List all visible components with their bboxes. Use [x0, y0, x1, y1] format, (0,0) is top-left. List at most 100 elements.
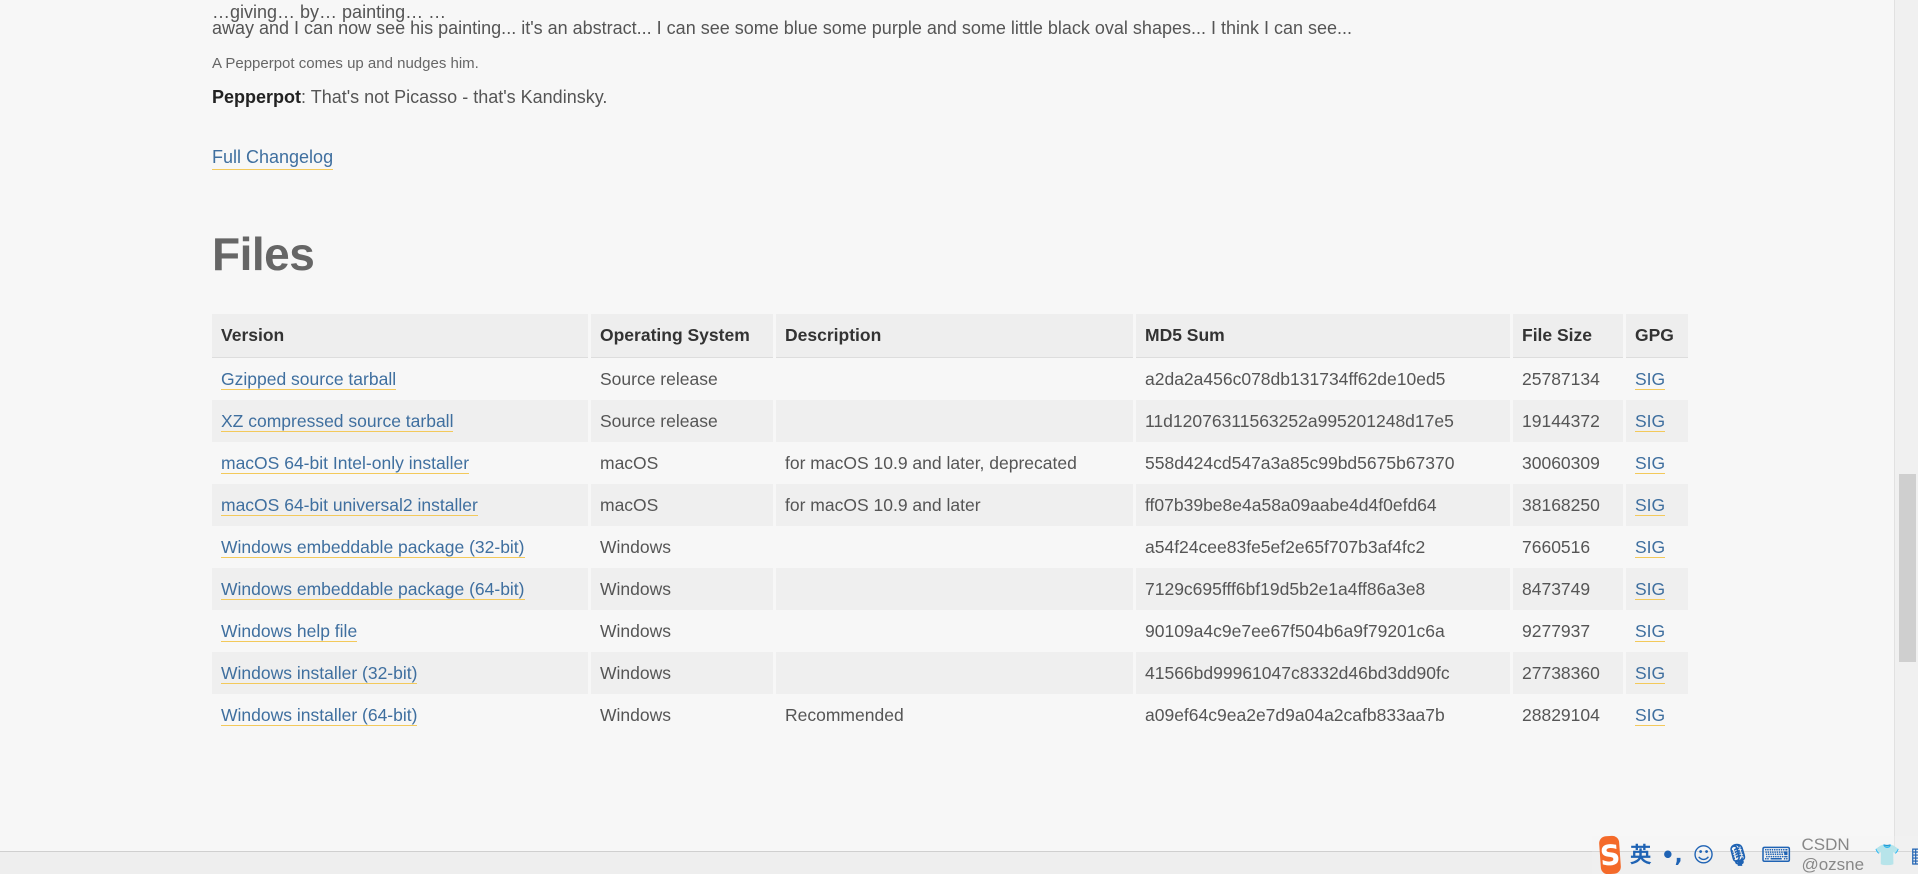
speaker-text: : That's not Picasso - that's Kandinsky. [301, 87, 608, 107]
python-release-page: …giving… by… painting… … away and I can … [0, 0, 1918, 874]
version-link[interactable]: Windows help file [221, 620, 358, 642]
header-gpg: GPG [1626, 314, 1688, 358]
size-cell: 8473749 [1513, 568, 1623, 610]
description-cell [776, 400, 1133, 442]
size-cell: 25787134 [1513, 358, 1623, 400]
os-cell: macOS [591, 484, 773, 526]
table-row: XZ compressed source tarball Source rele… [212, 400, 1688, 442]
microphone-icon[interactable]: 🎙 [1724, 841, 1751, 869]
gpg-cell: SIG [1626, 610, 1688, 652]
gpg-cell: SIG [1626, 568, 1688, 610]
md5-cell: a54f24cee83fe5ef2e65f707b3af4fc2 [1136, 526, 1510, 568]
version-cell: Windows embeddable package (32-bit) [212, 526, 588, 568]
gpg-signature-link[interactable]: SIG [1635, 662, 1666, 684]
version-cell: macOS 64-bit universal2 installer [212, 484, 588, 526]
description-cell [776, 568, 1133, 610]
size-cell: 30060309 [1513, 442, 1623, 484]
size-cell: 28829104 [1513, 694, 1623, 736]
input-method-toolbar[interactable]: S 英 •, ☺ 🎙 ⌨ CSDN @ozsne 👕 ▦ [1592, 835, 1918, 874]
size-cell: 27738360 [1513, 652, 1623, 694]
description-cell [776, 610, 1133, 652]
size-cell: 19144372 [1513, 400, 1623, 442]
version-cell: Windows installer (64-bit) [212, 694, 588, 736]
table-row: Gzipped source tarball Source release a2… [212, 358, 1688, 400]
header-md5-sum: MD5 Sum [1136, 314, 1510, 358]
version-cell: Windows installer (32-bit) [212, 652, 588, 694]
gpg-signature-link[interactable]: SIG [1635, 536, 1666, 558]
csdn-watermark: CSDN @ozsne [1801, 835, 1865, 874]
grid-menu-icon[interactable]: ▦ [1910, 841, 1918, 869]
gpg-signature-link[interactable]: SIG [1635, 410, 1666, 432]
os-cell: Windows [591, 568, 773, 610]
os-cell: Source release [591, 358, 773, 400]
description-cell: Recommended [776, 694, 1133, 736]
version-link[interactable]: Windows embeddable package (64-bit) [221, 578, 525, 600]
gpg-signature-link[interactable]: SIG [1635, 452, 1666, 474]
gpg-cell: SIG [1626, 400, 1688, 442]
version-link[interactable]: Windows embeddable package (32-bit) [221, 536, 525, 558]
scrollbar-thumb[interactable] [1899, 474, 1916, 662]
table-row: macOS 64-bit Intel-only installer macOS … [212, 442, 1688, 484]
shirt-icon[interactable]: 👕 [1874, 841, 1900, 869]
speaker-line: Pepperpot: That's not Picasso - that's K… [212, 85, 607, 109]
smile-icon[interactable]: ☺ [1693, 841, 1715, 869]
speaker-name: Pepperpot [212, 87, 302, 107]
gpg-signature-link[interactable]: SIG [1635, 578, 1666, 600]
header-operating-system: Operating System [591, 314, 773, 358]
version-link[interactable]: Windows installer (64-bit) [221, 704, 418, 726]
size-cell: 7660516 [1513, 526, 1623, 568]
os-cell: Windows [591, 610, 773, 652]
header-description: Description [776, 314, 1133, 358]
md5-cell: a2da2a456c078db131734ff62de10ed5 [1136, 358, 1510, 400]
version-link[interactable]: Windows installer (32-bit) [221, 662, 418, 684]
full-changelog-link[interactable]: Full Changelog [212, 145, 334, 170]
md5-cell: ff07b39be8e4a58a09aabe4d4f0efd64 [1136, 484, 1510, 526]
gpg-signature-link[interactable]: SIG [1635, 704, 1666, 726]
version-cell: Windows help file [212, 610, 588, 652]
version-cell: XZ compressed source tarball [212, 400, 588, 442]
md5-cell: 41566bd99961047c8332d46bd3dd90fc [1136, 652, 1510, 694]
table-row: Windows installer (64-bit) Windows Recom… [212, 694, 1688, 736]
os-cell: Windows [591, 652, 773, 694]
version-link[interactable]: macOS 64-bit universal2 installer [221, 494, 478, 516]
md5-cell: 90109a4c9e7ee67f504b6a9f79201c6a [1136, 610, 1510, 652]
header-file-size: File Size [1513, 314, 1623, 358]
version-cell: Windows embeddable package (64-bit) [212, 568, 588, 610]
version-link[interactable]: Gzipped source tarball [221, 368, 397, 390]
stage-direction: A Pepperpot comes up and nudges him. [212, 55, 479, 72]
ime-punctuation-mode[interactable]: •, [1661, 841, 1682, 869]
md5-cell: a09ef64c9ea2e7d9a04a2cafb833aa7b [1136, 694, 1510, 736]
description-cell: for macOS 10.9 and later, deprecated [776, 442, 1133, 484]
gpg-cell: SIG [1626, 358, 1688, 400]
table-row: macOS 64-bit universal2 installer macOS … [212, 484, 1688, 526]
table-row: Windows embeddable package (64-bit) Wind… [212, 568, 1688, 610]
vertical-scrollbar[interactable] [1894, 0, 1918, 852]
keyboard-icon[interactable]: ⌨ [1761, 841, 1791, 869]
description-cell [776, 526, 1133, 568]
files-table-body: Gzipped source tarball Source release a2… [212, 358, 1688, 736]
size-cell: 9277937 [1513, 610, 1623, 652]
md5-cell: 11d12076311563252a995201248d17e5 [1136, 400, 1510, 442]
ime-language-mode[interactable]: 英 [1630, 841, 1651, 869]
gpg-signature-link[interactable]: SIG [1635, 620, 1666, 642]
gpg-cell: SIG [1626, 652, 1688, 694]
gpg-signature-link[interactable]: SIG [1635, 494, 1666, 516]
version-cell: Gzipped source tarball [212, 358, 588, 400]
version-cell: macOS 64-bit Intel-only installer [212, 442, 588, 484]
sogou-ime-logo-icon[interactable]: S [1598, 835, 1622, 874]
files-table-header: Version Operating System Description MD5… [212, 314, 1688, 358]
md5-cell: 7129c695fff6bf19d5b2e1a4ff86a3e8 [1136, 568, 1510, 610]
gpg-cell: SIG [1626, 526, 1688, 568]
version-link[interactable]: XZ compressed source tarball [221, 410, 454, 432]
os-cell: Windows [591, 694, 773, 736]
files-heading: Files [212, 228, 315, 280]
gpg-cell: SIG [1626, 484, 1688, 526]
gpg-signature-link[interactable]: SIG [1635, 368, 1666, 390]
table-row: Windows installer (32-bit) Windows 41566… [212, 652, 1688, 694]
gpg-cell: SIG [1626, 694, 1688, 736]
description-cell [776, 358, 1133, 400]
version-link[interactable]: macOS 64-bit Intel-only installer [221, 452, 470, 474]
size-cell: 38168250 [1513, 484, 1623, 526]
os-cell: Windows [591, 526, 773, 568]
table-row: Windows embeddable package (32-bit) Wind… [212, 526, 1688, 568]
